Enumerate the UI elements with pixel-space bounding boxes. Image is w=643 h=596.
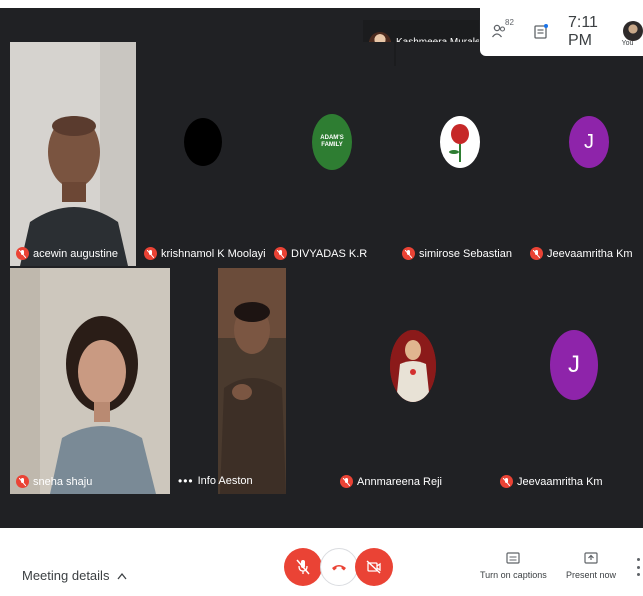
participant-tile[interactable]: simirose Sebastian [396, 42, 522, 266]
participant-name: krishnamol K Moolayil [144, 247, 266, 260]
mic-off-icon [16, 247, 29, 260]
present-now-button[interactable]: Present now [566, 552, 616, 580]
letter-avatar: J [550, 330, 598, 400]
participant-name: simirose Sebastian [402, 247, 512, 260]
profile-picture [184, 118, 222, 166]
meeting-stage: Kashmeera Muraleedh... and 71 more acewi… [0, 8, 643, 528]
chevron-up-icon [117, 572, 127, 579]
participant-tile[interactable]: Annmareena Reji [334, 268, 492, 494]
portrait-icon [390, 330, 436, 402]
present-icon [584, 552, 598, 564]
participant-tile[interactable]: ADAM'S FAMILY DIVYADAS K.R [268, 42, 394, 266]
captions-icon [506, 552, 520, 564]
participant-name: Jeevaamritha Km [500, 475, 603, 488]
self-label: You [621, 40, 634, 47]
profile-picture [390, 330, 436, 402]
participant-name: DIVYADAS K.R [274, 247, 367, 260]
hang-up-icon [332, 565, 346, 571]
mic-toggle-button[interactable] [284, 548, 322, 586]
participant-tile[interactable]: ••• Info Aeston [172, 268, 332, 494]
camera-toggle-button[interactable] [355, 548, 393, 586]
profile-picture: ADAM'S FAMILY [312, 114, 352, 170]
badge-text: ADAM'S FAMILY [320, 135, 344, 148]
mic-off-icon [274, 247, 287, 260]
meeting-details-button[interactable]: Meeting details [22, 568, 127, 583]
self-view[interactable]: You [622, 17, 643, 47]
more-options-button[interactable] [635, 558, 641, 576]
self-avatar [623, 21, 643, 41]
participant-name: acewin augustine [16, 247, 118, 260]
participant-count: 82 [505, 18, 514, 27]
chat-icon [534, 24, 548, 39]
participant-tile[interactable]: krishnamol K Moolayil [138, 42, 266, 266]
mic-off-icon [296, 559, 310, 575]
profile-picture [440, 116, 480, 168]
clock: 7:11 PM [568, 14, 598, 49]
mic-off-icon [16, 475, 29, 488]
participant-tile[interactable]: J Jeevaamritha Km [524, 42, 643, 266]
dot [636, 558, 640, 561]
camera-off-icon [366, 560, 381, 574]
people-button[interactable]: 82 [491, 18, 514, 40]
participant-tile[interactable]: sneha shaju [10, 268, 170, 494]
participant-name: Jeevaamritha Km [530, 247, 633, 260]
leave-call-button[interactable] [320, 548, 358, 586]
mic-off-icon [402, 247, 415, 260]
participant-video [10, 42, 136, 266]
audio-indicator-icon: ••• [178, 474, 194, 488]
rose-icon [449, 124, 469, 162]
dot [636, 565, 640, 569]
chat-button[interactable] [534, 24, 548, 40]
bottom-control-bar: Meeting details Turn on captions Present… [0, 528, 643, 596]
dot [636, 573, 640, 576]
captions-button[interactable]: Turn on captions [480, 552, 547, 580]
participant-tile[interactable]: acewin augustine [10, 42, 136, 266]
participant-video [10, 268, 170, 494]
mic-off-icon [530, 247, 543, 260]
participant-name: ••• Info Aeston [178, 474, 253, 488]
participant-tile[interactable]: J Jeevaamritha Km [494, 268, 643, 494]
letter-avatar: J [569, 116, 609, 168]
top-right-panel: 82 7:11 PM You [480, 8, 643, 56]
mic-off-icon [500, 475, 513, 488]
mic-off-icon [340, 475, 353, 488]
mic-off-icon [144, 247, 157, 260]
participant-name: Annmareena Reji [340, 475, 442, 488]
people-icon [491, 24, 506, 38]
participant-name: sneha shaju [16, 475, 92, 488]
participant-video [172, 268, 332, 494]
